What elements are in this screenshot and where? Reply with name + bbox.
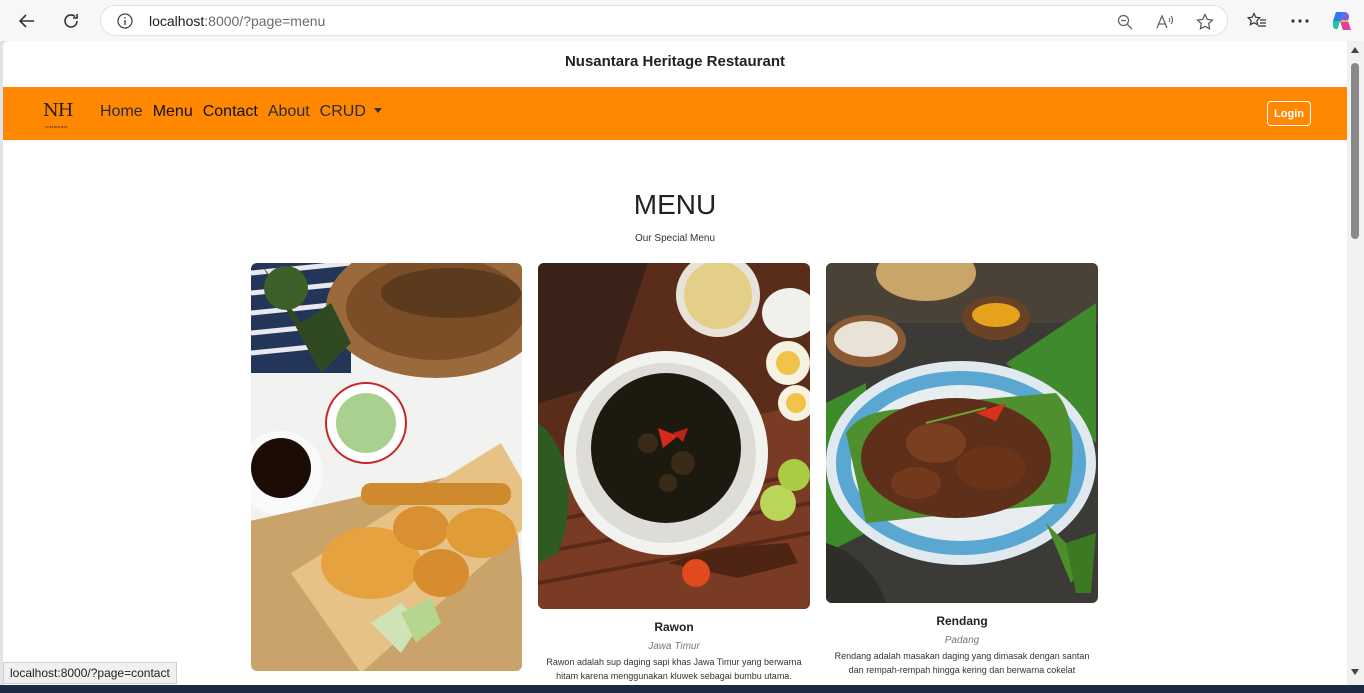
- nav-links: Home Menu Contact About CRUD: [100, 103, 382, 121]
- scroll-down-icon[interactable]: [1351, 669, 1359, 675]
- card-origin-rawon: Jawa Timur: [648, 641, 700, 652]
- restaurant-logo[interactable]: NH restaurant: [41, 100, 85, 131]
- nav-contact[interactable]: Contact: [203, 103, 258, 121]
- nav-about[interactable]: About: [268, 103, 310, 121]
- read-aloud-icon[interactable]: [1155, 12, 1175, 32]
- menu-card-image-rendang[interactable]: [826, 263, 1098, 603]
- link-status-bar: localhost:8000/?page=contact: [3, 662, 177, 684]
- logo-text: NH: [43, 100, 73, 121]
- taskbar: [0, 685, 1364, 693]
- browser-toolbar: localhost:8000/?page=menu: [0, 0, 1364, 41]
- nav-menu[interactable]: Menu: [153, 103, 193, 121]
- menu-heading: MENU: [633, 189, 717, 220]
- refresh-icon[interactable]: [56, 6, 86, 36]
- login-button[interactable]: Login: [1267, 101, 1311, 126]
- address-bar[interactable]: localhost:8000/?page=menu: [100, 5, 1228, 36]
- page-scrollbar[interactable]: [1347, 41, 1364, 685]
- url-text: localhost:8000/?page=menu: [149, 13, 326, 29]
- card-description-rendang: Rendang adalah masakan daging yang dimas…: [834, 651, 1090, 675]
- zoom-icon[interactable]: [1115, 12, 1135, 32]
- site-title: Nusantara Heritage Restaurant: [564, 53, 786, 70]
- copilot-icon[interactable]: [1329, 8, 1355, 34]
- menu-subheading: Our Special Menu: [634, 233, 716, 244]
- scroll-thumb[interactable]: [1351, 63, 1359, 239]
- nav-crud-label: CRUD: [319, 103, 366, 120]
- card-description-rawon: Rawon adalah sup daging sapi khas Jawa T…: [546, 657, 802, 681]
- card-title-rawon: Rawon: [654, 620, 694, 634]
- nav-home[interactable]: Home: [100, 103, 143, 121]
- more-options-icon[interactable]: [1287, 8, 1313, 34]
- menu-card-image-rawon[interactable]: [538, 263, 810, 609]
- back-icon[interactable]: [12, 6, 42, 36]
- chevron-down-icon: [373, 108, 382, 113]
- favorites-icon[interactable]: [1244, 8, 1270, 34]
- card-origin-rendang: Padang: [944, 635, 980, 646]
- page-viewport: Nusantara Heritage Restaurant NH restaur…: [3, 41, 1347, 685]
- navbar: NH restaurant Home Menu Contact About CR…: [3, 87, 1347, 140]
- favorite-star-icon[interactable]: [1195, 12, 1215, 32]
- logo-subtext: restaurant: [45, 124, 69, 129]
- scroll-up-icon[interactable]: [1351, 47, 1359, 53]
- menu-card-image-tahu[interactable]: [251, 263, 522, 671]
- card-title-rendang: Rendang: [936, 614, 988, 628]
- nav-crud-dropdown[interactable]: CRUD: [320, 103, 382, 121]
- info-icon[interactable]: [117, 13, 133, 34]
